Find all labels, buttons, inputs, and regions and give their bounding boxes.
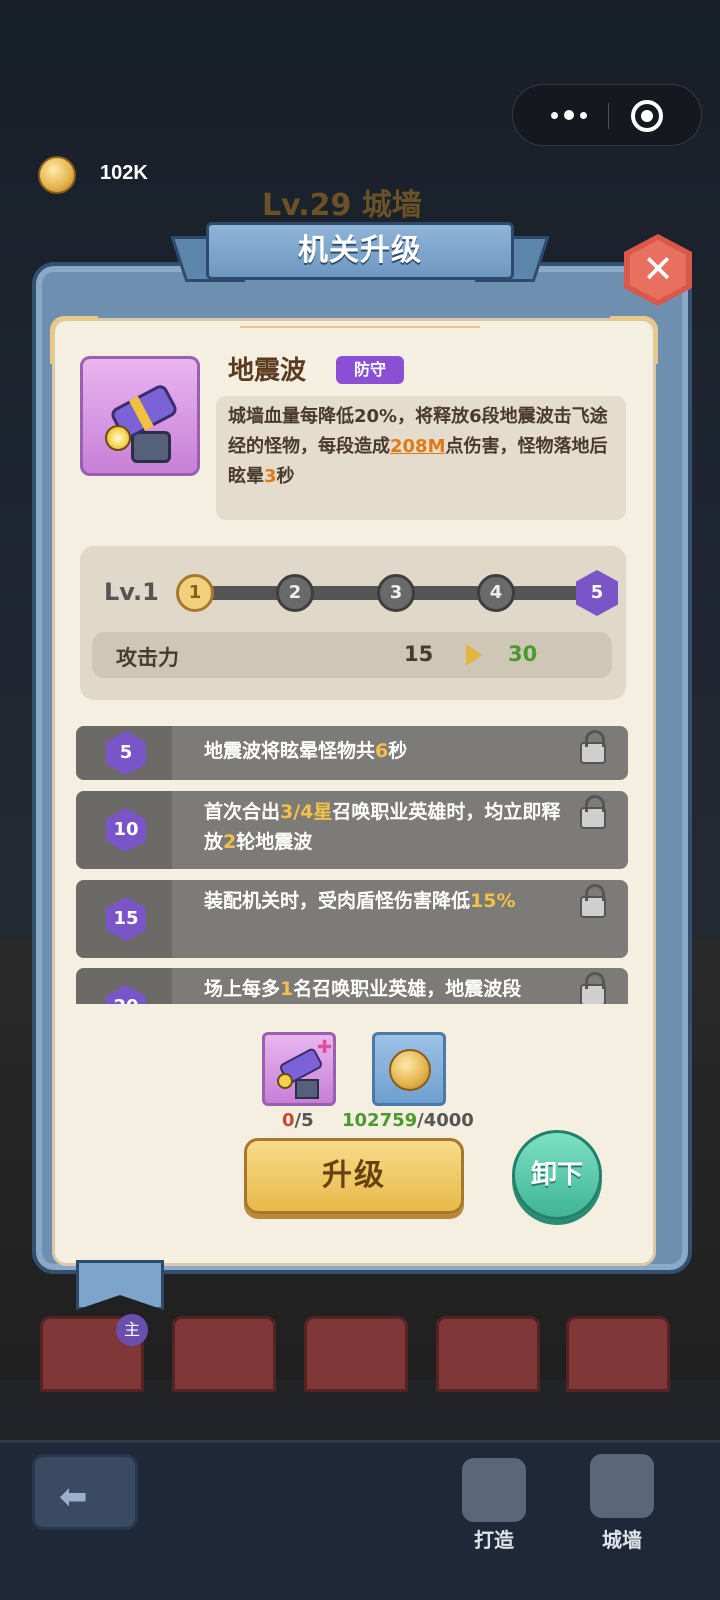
- stat-row: 攻击力 15 30: [92, 632, 612, 678]
- material-cost: 0/5: [282, 1110, 314, 1131]
- coin-icon: [38, 156, 76, 194]
- nav-forge-label[interactable]: 打造: [474, 1524, 514, 1553]
- upgrade-button[interactable]: 升级: [244, 1138, 464, 1214]
- stun-seconds: 3: [264, 466, 277, 487]
- capsule-divider: [608, 103, 609, 129]
- equip-card-5[interactable]: [566, 1316, 670, 1392]
- lock-icon: [580, 884, 606, 918]
- perk-row: 15 装配机关时，受肉盾怪伤害降低15%: [76, 880, 628, 958]
- level-node-3: 3: [377, 574, 415, 612]
- dialog-title: 机关升级: [206, 222, 514, 280]
- coin-amount: 102K: [100, 162, 148, 184]
- mini-program-capsule: [512, 84, 702, 146]
- equip-card-3[interactable]: [304, 1316, 408, 1392]
- lock-icon: [580, 795, 606, 829]
- stat-name: 攻击力: [116, 646, 179, 670]
- perk-row: 10 首次合出3/4星召唤职业英雄时，均立即释放2轮地震波: [76, 791, 628, 869]
- perk-text: 首次合出3/4星召唤职业英雄时，均立即释放2轮地震波: [204, 801, 561, 853]
- cannon-material-icon[interactable]: ✚: [262, 1032, 336, 1106]
- perk-list[interactable]: 5 地震波将眩晕怪物共6秒 10 首次合出3/4星召唤职业英雄时，均立即释放2轮地震波…: [76, 716, 632, 1004]
- damage-value: 208M: [390, 436, 446, 457]
- close-icon: ✕: [630, 240, 686, 300]
- equip-card-4[interactable]: [436, 1316, 540, 1392]
- background-level-title: Lv.29 城墙: [262, 188, 422, 223]
- stat-next: 30: [508, 642, 538, 666]
- back-arrow-icon: ⬅: [59, 1477, 88, 1517]
- more-menu-icon[interactable]: [551, 107, 601, 123]
- lock-icon: [580, 972, 606, 1004]
- wall-icon[interactable]: [590, 1454, 654, 1518]
- corner-ornament-right: [610, 316, 658, 364]
- perk-text: 装配机关时，受肉盾怪伤害降低15%: [204, 890, 516, 912]
- item-tag: 防守: [336, 356, 404, 384]
- close-miniprogram-icon[interactable]: [631, 100, 663, 132]
- perk-text: 场上每多1名召唤职业英雄，地震波段: [204, 978, 522, 1000]
- coin-cost-icon: [372, 1032, 446, 1106]
- item-name: 地震波: [228, 356, 307, 386]
- level-label: Lv.1: [104, 578, 159, 606]
- perk-row: 5 地震波将眩晕怪物共6秒: [76, 726, 628, 780]
- cannon-icon: [80, 356, 200, 476]
- plus-icon: ✚: [317, 1037, 333, 1058]
- nav-wall-label[interactable]: 城墙: [602, 1524, 642, 1553]
- item-description: 城墙血量每降低20%，将释放6段地震波击飞途经的怪物，每段造成208M点伤害，怪…: [216, 396, 626, 520]
- top-ornament: [240, 326, 480, 328]
- level-node-2: 2: [276, 574, 314, 612]
- perk-row: 20场上每多1名召唤职业英雄，地震波段: [76, 968, 628, 1004]
- lock-icon: [580, 730, 606, 764]
- back-button[interactable]: ⬅: [32, 1454, 138, 1530]
- stat-current: 15: [404, 642, 434, 666]
- coin-cost: 102759/4000: [342, 1110, 474, 1131]
- main-badge: 主: [116, 1314, 148, 1346]
- perk-text: 地震波将眩晕怪物共6秒: [204, 740, 408, 762]
- arrow-right-icon: [466, 644, 482, 666]
- forge-icon[interactable]: [462, 1458, 526, 1522]
- equip-card-2[interactable]: [172, 1316, 276, 1392]
- level-node-1: 1: [176, 574, 214, 612]
- level-node-4: 4: [477, 574, 515, 612]
- unload-button[interactable]: 卸下: [512, 1130, 602, 1220]
